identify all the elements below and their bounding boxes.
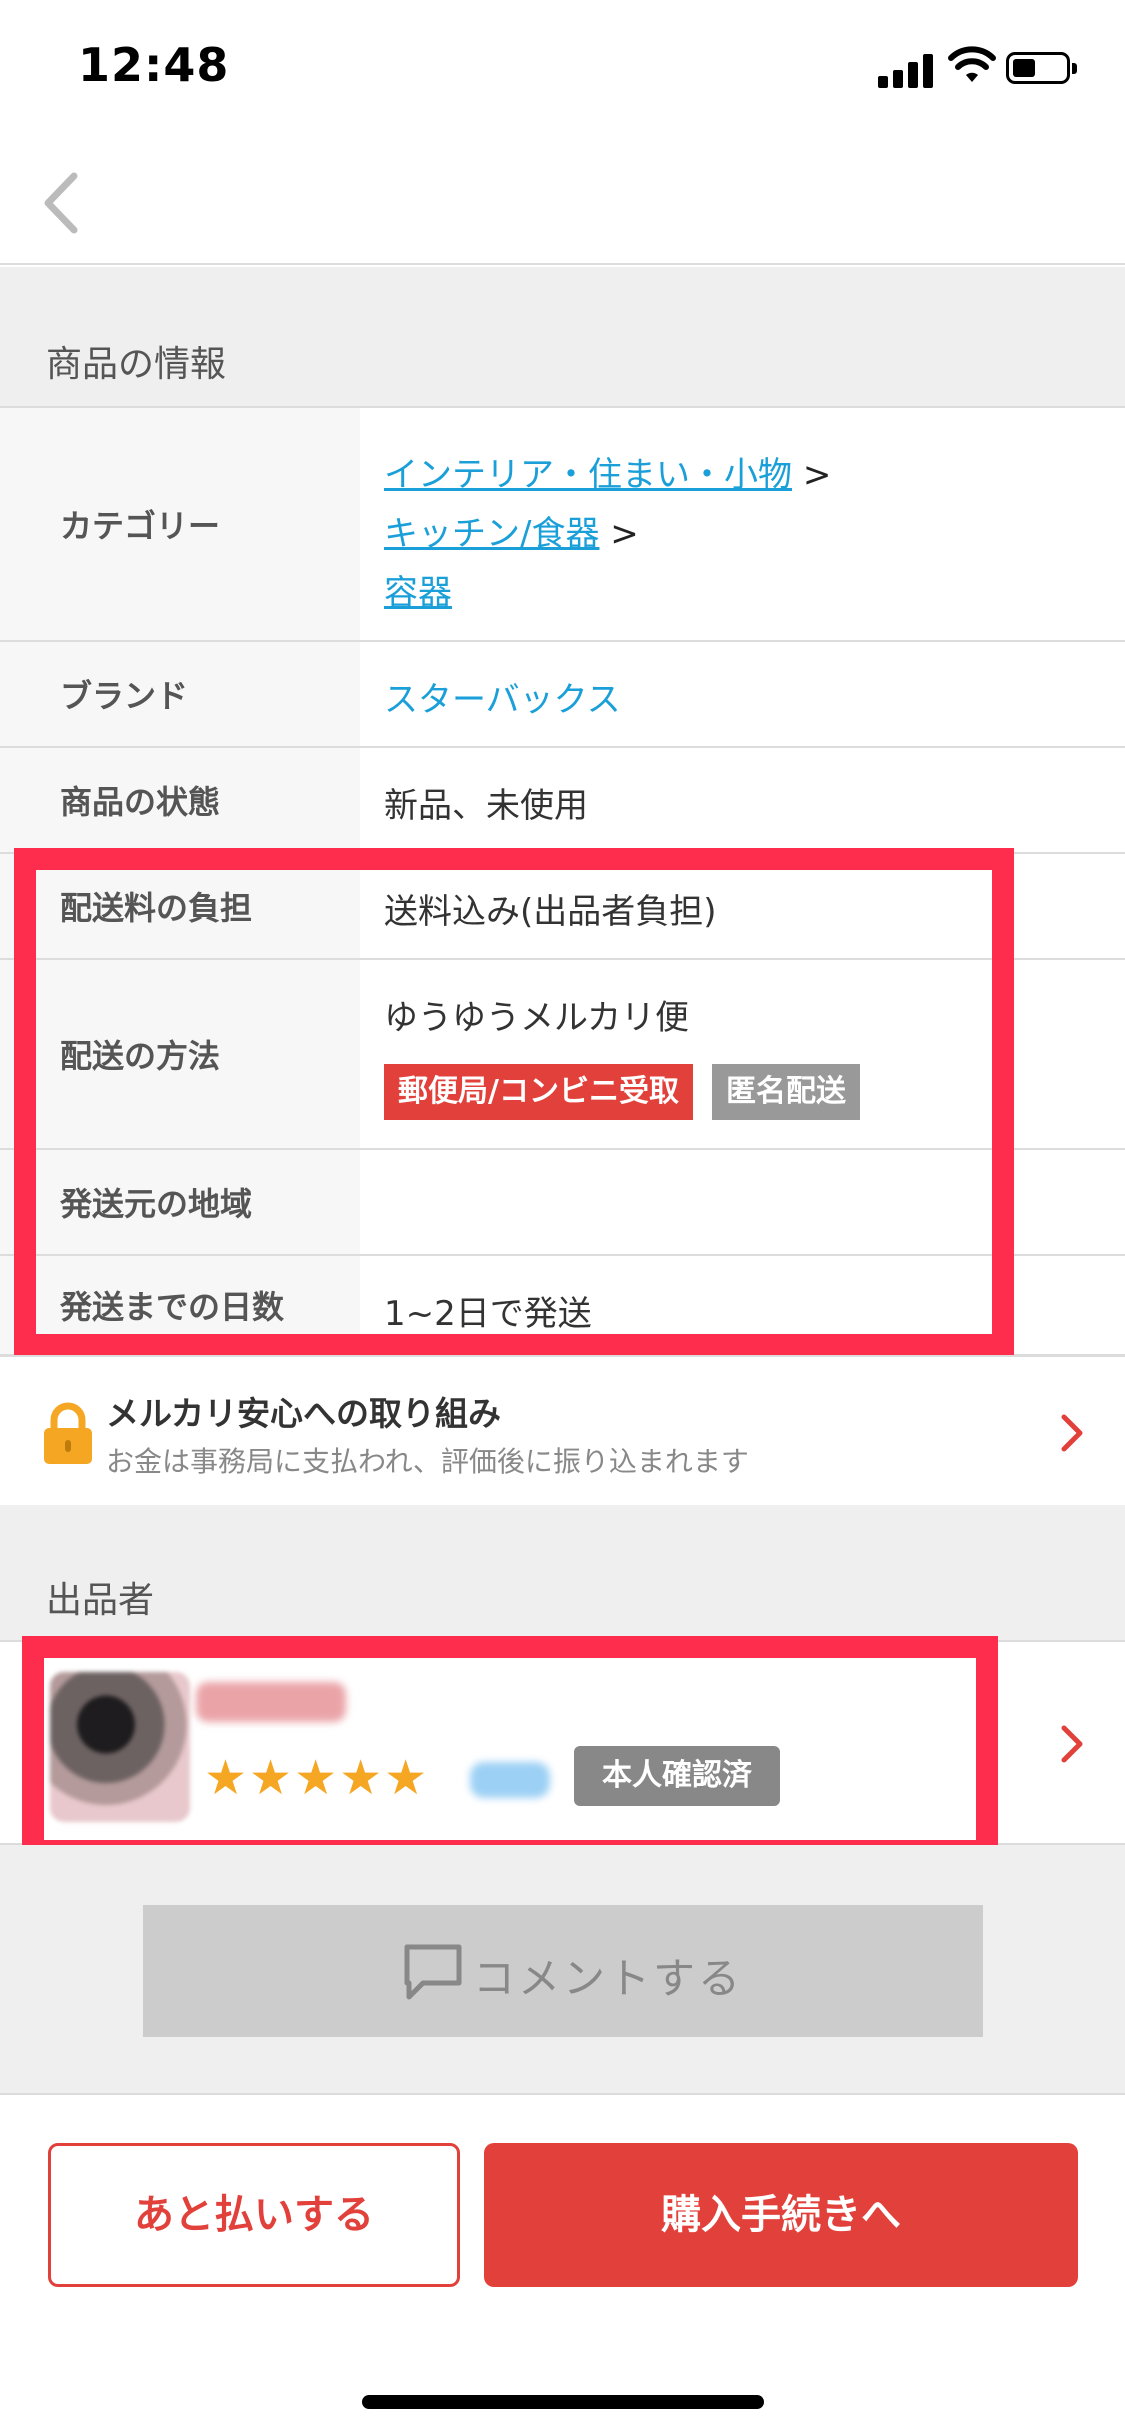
safety-subtitle: お金は事務局に支払われ、評価後に振り込まれます [106,1445,749,1478]
battery-icon [1006,52,1077,84]
chevron-right-icon [1061,1414,1083,1452]
category-link-3[interactable]: 容器 [384,573,452,613]
bottom-action-bar: あと払いする 購入手続きへ [0,2095,1125,2436]
comment-button-label: コメントする [473,1954,744,2003]
cellular-signal-icon [878,52,934,88]
condition-value: 新品、未使用 [384,786,588,826]
category-label: カテゴリー [60,507,221,545]
breadcrumb-separator: > [802,455,832,495]
highlight-box-seller [22,1636,998,1862]
pay-later-button[interactable]: あと払いする [48,2143,460,2287]
home-indicator[interactable] [362,2395,764,2409]
breadcrumb-separator: > [610,514,639,554]
status-bar: 12:48 [0,0,1125,140]
chevron-right-icon [1061,1725,1083,1763]
lock-icon [44,1402,92,1464]
comment-button[interactable]: コメントする [143,1905,983,2037]
back-chevron-icon[interactable] [36,168,86,238]
seller-title: 出品者 [46,1580,155,1621]
product-info-title: 商品の情報 [46,344,227,385]
product-info-header: 商品の情報 [0,267,1125,406]
condition-label: 商品の状態 [60,783,221,821]
highlight-box-shipping [14,848,1014,1356]
speech-bubble-icon [404,1944,462,2000]
row-category: カテゴリー インテリア・住まい・小物 > キッチン/食器 > 容器 [0,406,1125,642]
status-time: 12:48 [78,38,230,92]
nav-bar [0,140,1125,265]
row-brand: ブランド スターバックス [0,642,1125,748]
seller-header: 出品者 [0,1505,1125,1640]
comment-section: コメントする [0,1845,1125,2095]
category-link-1[interactable]: インテリア・住まい・小物 [384,455,792,495]
purchase-button[interactable]: 購入手続きへ [484,2143,1078,2287]
category-link-2[interactable]: キッチン/食器 [384,514,599,554]
safety-title: メルカリ安心への取り組み [106,1394,502,1433]
row-condition: 商品の状態 新品、未使用 [0,748,1125,854]
wifi-icon [948,46,996,82]
brand-link[interactable]: スターバックス [384,672,621,721]
brand-label: ブランド [60,677,189,715]
safety-banner[interactable]: メルカリ安心への取り組み お金は事務局に支払われ、評価後に振り込まれます [0,1355,1125,1505]
